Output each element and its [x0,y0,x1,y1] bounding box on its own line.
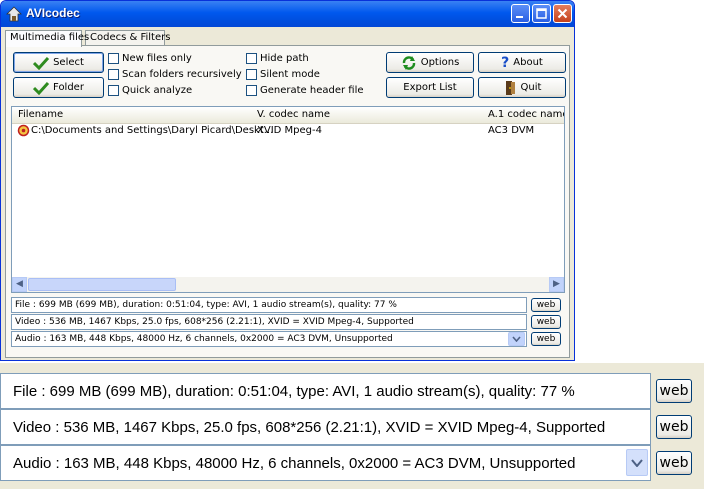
export-list-label: Export List [403,82,457,93]
silent-mode-checkbox[interactable]: Silent mode [246,69,320,80]
select-button[interactable]: Select [13,52,104,73]
file-list[interactable]: Filename V. codec name A.1 codec name C:… [11,106,565,293]
tab-label: Codecs & Filters [90,32,171,43]
quick-analyze-checkbox[interactable]: Quick analyze [108,85,192,96]
close-icon [557,8,568,19]
refresh-icon [402,55,415,70]
audio-info-row[interactable]: Audio : 163 MB, 448 Kbps, 48000 Hz, 6 ch… [11,331,527,347]
tab-multimedia-files[interactable]: Multimedia files [5,30,89,47]
cell-filename: C:\Documents and Settings\Daryl Picard\D… [31,125,274,136]
dropdown-arrow-icon[interactable] [508,332,525,346]
about-button[interactable]: ? About [478,52,566,73]
web-label: web [659,383,689,399]
zoom-video-info-row: Video : 536 MB, 1467 Kbps, 25.0 fps, 608… [0,409,651,445]
options-label: Options [420,57,460,68]
checkbox-label: Quick analyze [122,85,193,96]
web-label: web [659,419,689,435]
web-label: web [536,334,556,344]
zoom-audio-web-button[interactable]: web [656,451,692,475]
checkbox-label: Silent mode [260,69,320,80]
checkbox-box[interactable] [246,69,257,80]
checkbox-box[interactable] [108,69,119,80]
scroll-thumb[interactable] [28,278,176,291]
tab-codecs-filters[interactable]: Codecs & Filters [85,30,170,46]
about-label: About [513,57,543,68]
minimize-button[interactable] [511,4,530,23]
column-filename[interactable]: Filename [18,109,63,120]
dropdown-arrow-icon[interactable] [626,449,648,476]
hide-path-checkbox[interactable]: Hide path [246,53,309,64]
checkbox-label: New files only [122,53,192,64]
zoom-video-info-text: Video : 536 MB, 1467 Kbps, 25.0 fps, 608… [13,418,606,436]
audio-web-button[interactable]: web [531,332,561,346]
zoom-file-info-row: File : 699 MB (699 MB), duration: 0:51:0… [0,373,651,409]
export-list-button[interactable]: Export List [386,77,474,98]
minimize-icon [516,16,523,18]
column-vcodec[interactable]: V. codec name [257,109,330,120]
checkbox-label: Hide path [260,53,309,64]
quit-label: Quit [520,82,542,93]
video-info-text: Video : 536 MB, 1467 Kbps, 25.0 fps, 608… [15,317,414,327]
generate-header-checkbox[interactable]: Generate header file [246,85,364,96]
scan-folders-checkbox[interactable]: Scan folders recursively [108,69,242,80]
video-info-row: Video : 536 MB, 1467 Kbps, 25.0 fps, 608… [11,314,527,330]
checkbox-box[interactable] [108,53,119,64]
window-title: AVIcodec [26,6,80,20]
title-bar[interactable]: AVIcodec [1,1,574,27]
tab-label: Multimedia files [10,32,90,43]
checkmark-icon [33,81,50,95]
quit-button[interactable]: Quit [478,77,566,98]
list-item[interactable]: C:\Documents and Settings\Daryl Picard\D… [12,124,564,140]
checkbox-label: Scan folders recursively [122,69,242,80]
zoomed-info-panel: File : 699 MB (699 MB), duration: 0:51:0… [0,363,704,489]
checkbox-box[interactable] [246,85,257,96]
app-icon [6,6,22,22]
web-label: web [536,300,556,310]
close-button[interactable] [553,4,572,23]
checkbox-label: Generate header file [260,85,364,96]
checkbox-box[interactable] [246,53,257,64]
maximize-icon [536,8,547,19]
new-files-only-checkbox[interactable]: New files only [108,53,192,64]
web-label: web [659,455,689,471]
file-icon [17,124,30,140]
multimedia-panel: Select Folder New files only Scan folder… [5,45,570,358]
folder-label: Folder [53,82,84,93]
help-icon: ? [501,54,510,71]
file-info-text: File : 699 MB (699 MB), duration: 0:51:0… [15,300,397,310]
column-acodec[interactable]: A.1 codec name [488,109,564,120]
folder-button[interactable]: Folder [13,77,104,98]
options-button[interactable]: Options [386,52,474,73]
zoom-file-web-button[interactable]: web [656,379,692,403]
web-label: web [536,317,556,327]
cell-acodec: AC3 DVM [488,125,535,136]
zoom-audio-info-row[interactable]: Audio : 163 MB, 448 Kbps, 48000 Hz, 6 ch… [0,445,651,481]
zoom-audio-info-text: Audio : 163 MB, 448 Kbps, 48000 Hz, 6 ch… [13,454,576,472]
select-label: Select [53,57,84,68]
video-web-button[interactable]: web [531,315,561,329]
scroll-right-icon[interactable]: ▶ [549,277,564,292]
scroll-left-icon[interactable]: ◀ [12,277,27,292]
horizontal-scrollbar[interactable]: ◀ ▶ [12,277,564,292]
checkbox-box[interactable] [108,85,119,96]
quit-icon [505,80,515,95]
avicodec-window: AVIcodec Multimedia files Codecs & Filte… [0,0,575,361]
maximize-button[interactable] [532,4,551,23]
cell-vcodec: XVID Mpeg-4 [257,125,322,136]
zoom-file-info-text: File : 699 MB (699 MB), duration: 0:51:0… [13,382,575,400]
audio-info-text: Audio : 163 MB, 448 Kbps, 48000 Hz, 6 ch… [15,334,393,344]
zoom-video-web-button[interactable]: web [656,415,692,439]
file-web-button[interactable]: web [531,298,561,312]
list-header: Filename V. codec name A.1 codec name [12,107,564,124]
file-info-row: File : 699 MB (699 MB), duration: 0:51:0… [11,297,527,313]
checkmark-icon [33,56,50,70]
